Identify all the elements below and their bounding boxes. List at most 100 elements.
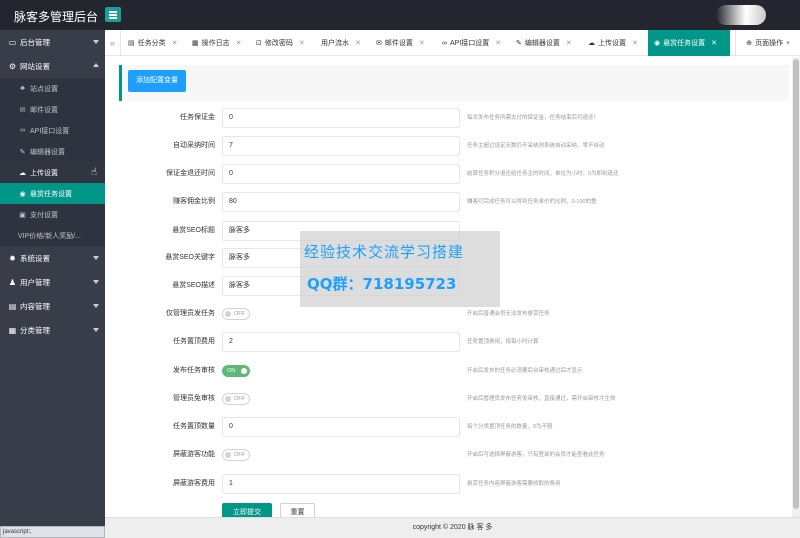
form-row-deposit-return-time: 保证金退还时间 0 结算任务积分退还给任务主的时间，单位为小时，0为即刻退还 (105, 164, 792, 184)
field-label: 屏蔽游客功能 (173, 451, 215, 458)
reward-icon: ◉ (654, 40, 661, 47)
sidebar-item-label: 编辑器设置 (30, 148, 65, 156)
form-row-commission-ratio: 赚客佣金比例 80 赚客们完成任务可以得到任务单价的比例，0-100的整 (105, 192, 792, 212)
admin-skip-review-toggle[interactable]: OFF (222, 393, 250, 405)
log-icon: ▦ (192, 40, 199, 47)
sidebar-item-mail[interactable]: ✉ 邮件设置 (0, 99, 105, 120)
chevron-down-icon: ▾ (786, 40, 790, 47)
field-label: 屏蔽游客费用 (173, 480, 215, 487)
sidebar-group-category[interactable]: ▦ 分类管理 (0, 318, 105, 342)
close-icon[interactable]: ✕ (419, 39, 425, 47)
chevron-down-icon (93, 328, 99, 332)
page-actions-icon: ⊕ (746, 40, 753, 47)
tab-bar: « ▤ 任务分类 ✕ ▦ 操作日志 ✕ ⊡ 修改密码 ✕ 用户流水 ✕ ✉ 邮件… (105, 30, 800, 56)
menu-toggle-icon[interactable] (105, 7, 121, 22)
chevron-down-icon (93, 280, 99, 284)
sidebar-item-upload[interactable]: ☁ 上传设置 ☝ (0, 162, 105, 183)
close-icon[interactable]: ✕ (236, 39, 242, 47)
task-review-toggle[interactable]: ON (222, 365, 250, 377)
gear-icon: ✹ (9, 253, 16, 263)
reset-button[interactable]: 重置 (280, 503, 315, 517)
field-tip: 悬赏任务内容屏蔽游客需要收取的费用 (467, 481, 561, 487)
chevron-down-icon (93, 256, 99, 260)
tab-label: 悬赏任务设置 (663, 40, 706, 47)
tab-label: 编辑器设置 (524, 40, 560, 47)
toggle-state-text: OFF (234, 396, 245, 402)
sidebar-group-label: 系统设置 (20, 253, 50, 263)
sidebar-group-label: 分类管理 (20, 325, 50, 335)
page-actions-dropdown[interactable]: ⊕ 页面操作 ▾ (735, 30, 800, 56)
watermark-line-2: QQ群：718195723 (307, 275, 457, 293)
watermark-overlay: 经验技术交流学习搭建 QQ群：718195723 (300, 231, 500, 307)
mail-icon: ✉ (19, 106, 26, 114)
tab-user-flow[interactable]: 用户流水 ✕ (315, 30, 361, 56)
file-icon: ▤ (128, 40, 135, 47)
cloud-icon: ☁ (19, 169, 26, 177)
close-icon[interactable]: ✕ (495, 39, 501, 47)
top-header: 脉客多管理后台 (0, 0, 800, 30)
top-fee-input[interactable]: 2 (222, 332, 460, 352)
tab-upload-settings[interactable]: ☁ 上传设置 ✕ (582, 30, 638, 56)
wallet-icon: ▣ (19, 211, 26, 219)
tab-operation-log[interactable]: ▦ 操作日志 ✕ (186, 30, 242, 56)
deposit-return-time-input[interactable]: 0 (222, 164, 460, 184)
field-label: 保证金退还时间 (166, 170, 215, 177)
grid-icon: ▦ (8, 325, 17, 335)
sidebar-group-users[interactable]: ♟ 用户管理 (0, 270, 105, 294)
tab-scroll-left-icon[interactable]: « (105, 30, 121, 56)
sidebar-item-editor[interactable]: ✎ 编辑器设置 (0, 141, 105, 162)
sidebar-item-site[interactable]: ♣ 站点设置 (0, 78, 105, 99)
sidebar-group-admin[interactable]: ▭ 后台管理 (0, 30, 105, 54)
tab-label: 修改密码 (264, 40, 293, 47)
close-icon[interactable]: ✕ (566, 39, 572, 47)
sidebar-item-payment[interactable]: ▣ 支付设置 (0, 204, 105, 225)
close-icon[interactable]: ✕ (172, 39, 178, 47)
user-avatar[interactable] (716, 5, 766, 25)
file-icon: ▤ (8, 301, 17, 311)
close-icon[interactable]: ✕ (632, 39, 638, 47)
submit-button[interactable]: 立即提交 (222, 503, 272, 517)
sidebar-group-content[interactable]: ▤ 内容管理 (0, 294, 105, 318)
tab-task-category[interactable]: ▤ 任务分类 ✕ (122, 30, 178, 56)
field-tip: 开启后普通会员无法发布悬赏任务 (467, 311, 550, 317)
close-icon[interactable]: ✕ (299, 39, 305, 47)
field-tip: 开启后管理员发布任务免审核，直接通过，需开启审核才生效 (467, 396, 616, 402)
link-icon: ∞ (20, 127, 25, 134)
task-deposit-input[interactable]: 0 (222, 108, 460, 128)
toggle-knob (225, 452, 231, 458)
field-tip: 每次发布任务所需支付的保证金，任务结束后可退还! (467, 115, 596, 121)
tab-reward-task-settings[interactable]: ◉ 悬赏任务设置 ✕ (648, 30, 730, 56)
block-guests-toggle[interactable]: OFF (222, 449, 250, 461)
add-config-variable-button[interactable]: 添加配置变量 (128, 70, 186, 92)
tab-api-settings[interactable]: ∞ API接口设置 ✕ (436, 30, 501, 56)
sidebar-group-site-settings[interactable]: ⚙ 网站设置 (0, 54, 105, 78)
form-row-admin-skip-review: 管理员免审核 OFF 开启后管理员发布任务免审核，直接通过，需开启审核才生效 (105, 389, 792, 409)
close-icon[interactable]: ✕ (355, 39, 361, 47)
sidebar-group-system[interactable]: ✹ 系统设置 (0, 246, 105, 270)
field-tip: 赚客们完成任务可以得到任务单价的比例，0-100的整 (467, 199, 597, 205)
form-row-top-count: 任务置顶数量 0 每个分类置顶任务的数量，0为不限 (105, 417, 792, 437)
sidebar-item-reward-task[interactable]: ◉ 悬赏任务设置 (0, 183, 105, 204)
auto-accept-time-input[interactable]: 7 (222, 136, 460, 156)
tab-mail-settings[interactable]: ✉ 邮件设置 ✕ (370, 30, 425, 56)
content-scrollbar[interactable] (792, 57, 800, 526)
tab-editor-settings[interactable]: ✎ 编辑器设置 ✕ (510, 30, 572, 56)
toggle-state-text: OFF (234, 311, 245, 317)
toggle-knob (225, 311, 231, 317)
commission-ratio-input[interactable]: 80 (222, 192, 460, 212)
scrollbar-thumb[interactable] (793, 59, 799, 509)
close-icon[interactable]: ✕ (711, 39, 717, 47)
hand-cursor-icon: ☝ (91, 167, 98, 178)
content-toolbar: 添加配置变量 (119, 65, 789, 101)
tab-label: 上传设置 (598, 40, 626, 47)
admin-only-post-toggle[interactable]: OFF (222, 308, 250, 320)
link-icon: ∞ (442, 39, 447, 47)
top-count-input[interactable]: 0 (222, 417, 460, 437)
sidebar-item-vip[interactable]: VIP价格/新人奖励/... (0, 225, 105, 246)
cloud-icon: ☁ (588, 40, 595, 47)
sidebar-item-api[interactable]: ∞ API接口设置 (0, 120, 105, 141)
sidebar-item-label: VIP价格/新人奖励/... (18, 232, 82, 240)
edit-icon: ✎ (516, 40, 522, 47)
block-guest-fee-input[interactable]: 1 (222, 474, 460, 494)
tab-change-password[interactable]: ⊡ 修改密码 ✕ (250, 30, 305, 56)
